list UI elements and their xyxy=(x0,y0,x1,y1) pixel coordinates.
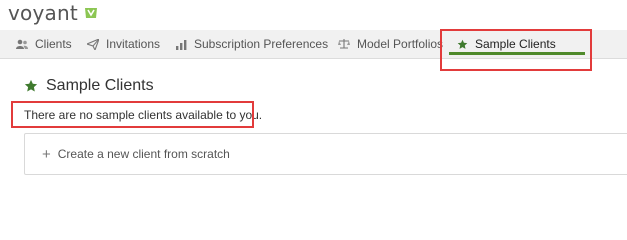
plus-icon: + xyxy=(42,145,51,163)
create-client-panel: + Create a new client from scratch xyxy=(24,133,627,175)
message-highlight-box xyxy=(11,101,254,128)
tab-highlight-box xyxy=(440,29,592,71)
page-title: Sample Clients xyxy=(24,76,154,96)
voyant-logo[interactable]: voyant xyxy=(8,0,98,26)
tab-model-portfolios[interactable]: Model Portfolios xyxy=(338,30,443,58)
tab-model-portfolios-label: Model Portfolios xyxy=(357,37,444,51)
brand-name: voyant xyxy=(8,1,78,25)
bar-chart-icon xyxy=(176,39,187,50)
tab-invitations-label: Invitations xyxy=(106,37,161,51)
create-client-label: Create a new client from scratch xyxy=(57,147,230,161)
tab-subscription-preferences-label: Subscription Preferences xyxy=(194,37,329,51)
users-icon xyxy=(16,39,28,49)
tab-clients[interactable]: Clients xyxy=(16,30,72,58)
star-icon xyxy=(24,79,38,92)
logo-mark-icon xyxy=(84,8,97,18)
tab-invitations[interactable]: Invitations xyxy=(87,30,160,58)
tab-subscription-preferences[interactable]: Subscription Preferences xyxy=(176,30,328,58)
scale-icon xyxy=(338,39,350,49)
page-title-text: Sample Clients xyxy=(46,77,154,94)
tab-clients-label: Clients xyxy=(35,37,72,51)
paper-plane-icon xyxy=(87,38,99,50)
create-client-button[interactable]: + Create a new client from scratch xyxy=(42,134,230,174)
